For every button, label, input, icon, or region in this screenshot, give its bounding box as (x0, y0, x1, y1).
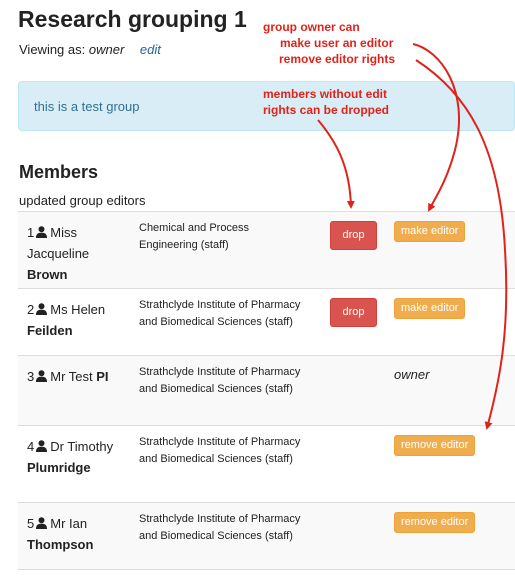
user-icon (36, 226, 48, 238)
viewing-label: Viewing as: (19, 42, 86, 57)
member-name: 2 Ms Helen Feilden (27, 299, 127, 341)
arrow-to-drop (317, 119, 355, 209)
member-name: 3 Mr Test PI (27, 366, 127, 387)
user-icon (36, 303, 48, 315)
viewing-role: owner (88, 42, 125, 57)
member-department: Strathclyde Institute of Pharmacy and Bi… (139, 513, 301, 542)
remove-editor-button[interactable]: remove editor (394, 512, 476, 533)
user-icon (36, 440, 48, 452)
member-title-first: Mr Test (50, 369, 93, 384)
member-title-first: Dr Timothy (50, 439, 114, 454)
member-name: 4 Dr Timothy Plumridge (27, 436, 127, 478)
drop-annotation-line: members without edit (263, 87, 388, 101)
member-number: 4 (27, 439, 35, 454)
members-heading: Members (19, 162, 99, 182)
member-title-first: Ms Helen (50, 302, 106, 317)
table-row: 1 Miss Jacqueline Brown Chemical and Proce… (18, 212, 515, 289)
owner-label: owner (394, 367, 430, 382)
drop-annotation: members without edit rights can be dropp… (263, 86, 389, 118)
owner-annotation-line: remove editor rights (279, 52, 396, 66)
owner-annotation-line: group owner can (263, 20, 360, 34)
member-department: Chemical and Process Engineering (staff) (139, 222, 250, 251)
member-department: Strathclyde Institute of Pharmacy and Bi… (139, 436, 301, 465)
member-name: 5 Mr Ian Thompson (27, 513, 127, 555)
remove-editor-button[interactable]: remove editor (394, 435, 476, 456)
member-surname: PI (96, 369, 109, 384)
member-name: 1 Miss Jacqueline Brown (27, 222, 127, 285)
make-editor-button[interactable]: make editor (394, 298, 466, 319)
drop-button[interactable]: drop (330, 221, 377, 250)
table-row: 3 Mr Test PI Strathclyde Institute of Pha… (18, 356, 515, 426)
viewing-as: Viewing as: owner edit (19, 42, 161, 57)
page-title: Research grouping 1 (18, 6, 247, 32)
member-title-first: Mr Ian (50, 516, 88, 531)
member-surname: Feilden (27, 323, 73, 338)
user-icon (36, 517, 48, 529)
group-description: this is a test group (34, 99, 140, 114)
owner-annotation-line: make user an editor (280, 36, 394, 50)
user-icon (36, 370, 48, 382)
drop-annotation-line: rights can be dropped (263, 103, 390, 117)
table-row: 5 Mr Ian Thompson Strathclyde Institute of… (18, 503, 515, 570)
member-surname: Thompson (27, 537, 94, 552)
edit-link[interactable]: edit (140, 42, 161, 57)
member-department: Strathclyde Institute of Pharmacy and Bi… (139, 299, 301, 328)
make-editor-button[interactable]: make editor (394, 221, 466, 242)
member-surname: Brown (27, 267, 68, 282)
member-number: 3 (27, 369, 35, 384)
table-row: 4 Dr Timothy Plumridge Strathclyde Institu… (18, 426, 515, 503)
drop-button[interactable]: drop (330, 298, 377, 327)
member-number: 2 (27, 302, 35, 317)
member-number: 1 (27, 225, 35, 240)
members-table: 1 Miss Jacqueline Brown Chemical and Proce… (18, 211, 515, 570)
status-message: updated group editors (19, 193, 146, 208)
member-surname: Plumridge (27, 460, 91, 475)
member-department: Strathclyde Institute of Pharmacy and Bi… (139, 366, 301, 395)
member-number: 5 (27, 516, 35, 531)
table-row: 2 Ms Helen Feilden Strathclyde Institute o… (18, 289, 515, 356)
owner-annotation: group owner can make user an editor remo… (263, 19, 395, 67)
